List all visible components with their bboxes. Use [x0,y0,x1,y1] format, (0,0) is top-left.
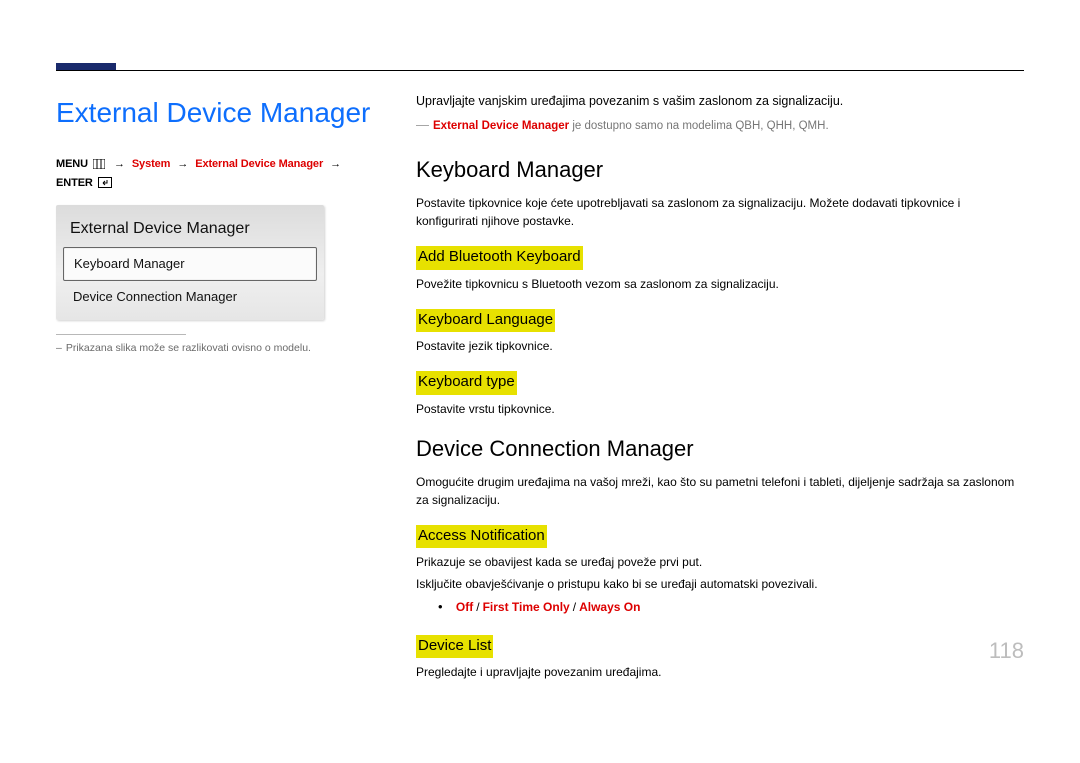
arrow-right-icon: → [330,158,341,170]
subsection-desc-2: Isključite obavješćivanje o pristupu kak… [416,575,1024,593]
section-heading-keyboard-manager: Keyboard Manager [416,153,1024,186]
enter-icon [98,177,112,194]
section-desc: Postavite tipkovnice koje ćete upotreblj… [416,194,1024,230]
osd-item-keyboard-manager[interactable]: Keyboard Manager [63,247,317,281]
horizontal-rule [56,70,1024,71]
breadcrumb-enter-label: ENTER [56,177,93,189]
subsection-desc: Postavite vrstu tipkovnice. [416,400,1024,418]
footnote: –Prikazana slika može se razlikovati ovi… [56,341,376,356]
intro-text: Upravljajte vanjskim uređajima povezanim… [416,92,1024,111]
osd-item-label: Device Connection Manager [73,289,237,304]
osd-panel: External Device Manager Keyboard Manager… [56,205,324,320]
subsection-add-bluetooth-keyboard: Add Bluetooth Keyboard [416,246,583,270]
arrow-right-icon: → [114,158,125,170]
arrow-right-icon: → [177,158,188,170]
right-column: Upravljajte vanjskim uređajima povezanim… [416,92,1024,691]
manual-page: External Device Manager MENU → System → … [0,0,1080,691]
breadcrumb: MENU → System → External Device Manager … [56,156,376,193]
subsection-desc: Prikazuje se obavijest kada se uređaj po… [416,553,1024,571]
option-off: Off [456,600,473,614]
osd-title: External Device Manager [62,213,318,247]
subsection-access-notification: Access Notification [416,525,547,549]
subsection-desc: Pregledajte i upravljajte povezanim uređ… [416,663,1024,681]
option-always-on: Always On [579,600,640,614]
footnote-text: Prikazana slika može se razlikovati ovis… [66,342,311,354]
menu-grid-icon [93,158,105,175]
left-column: External Device Manager MENU → System → … [56,92,416,691]
page-title: External Device Manager [56,92,376,134]
osd-item-label: Keyboard Manager [74,256,185,271]
subsection-keyboard-type: Keyboard type [416,371,517,395]
option-line: Off/First Time Only/Always On [438,597,1024,617]
section-desc: Omogućite drugim uređajima na vašoj mrež… [416,473,1024,509]
breadcrumb-system: System [132,158,171,170]
options-list: Off/First Time Only/Always On [416,597,1024,617]
subsection-device-list: Device List [416,635,493,659]
option-first-time-only: First Time Only [483,600,570,614]
divider [56,334,186,335]
section-heading-device-connection-manager: Device Connection Manager [416,432,1024,465]
subsection-desc: Povežite tipkovnicu s Bluetooth vezom sa… [416,275,1024,293]
feature-name: External Device Manager [433,120,569,132]
breadcrumb-menu-label: MENU [56,158,88,170]
availability-rest: je dostupno samo na modelima QBH, QHH, Q… [569,120,829,132]
availability-note: ― External Device Manager je dostupno sam… [416,115,1024,135]
chapter-tab [56,63,116,70]
em-dash-icon: ― [416,117,429,132]
subsection-desc: Postavite jezik tipkovnice. [416,337,1024,355]
page-number: 118 [989,634,1024,667]
dash-icon: – [56,342,62,354]
subsection-keyboard-language: Keyboard Language [416,309,555,333]
osd-item-device-connection-manager[interactable]: Device Connection Manager [63,281,317,313]
breadcrumb-edm: External Device Manager [195,158,323,170]
